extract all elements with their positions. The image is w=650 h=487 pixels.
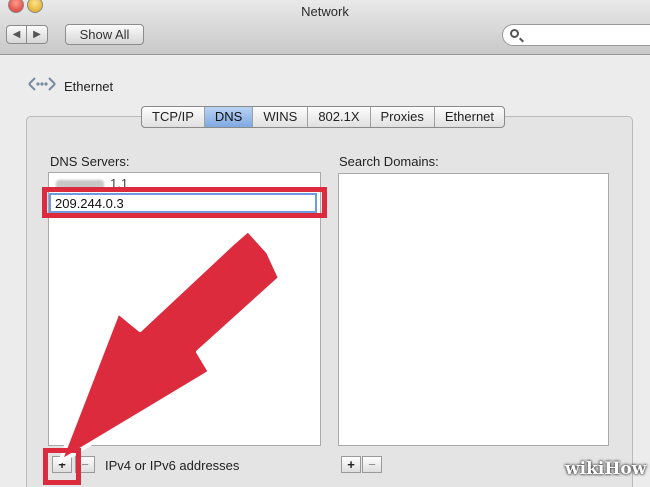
tab-dns[interactable]: DNS [204,107,254,127]
tab-wins[interactable]: WINS [253,107,309,127]
forward-button[interactable]: ▶ [27,25,48,44]
back-button[interactable]: ◀ [6,25,27,44]
wikihow-watermark: wikiHow [565,459,647,479]
tab-proxies[interactable]: Proxies [371,107,435,127]
search-domains-label: Search Domains: [339,154,439,169]
remove-search-domain-button[interactable]: − [362,456,382,473]
window-title: Network [301,4,349,19]
network-preferences-window: Network ◀ ▶ Show All Ethernet TCP/IP DNS… [0,0,650,487]
address-hint: IPv4 or IPv6 addresses [105,458,240,473]
tab-ethernet[interactable]: Ethernet [435,107,504,127]
title-bar: Network ◀ ▶ Show All [0,0,650,55]
search-field[interactable] [502,24,650,46]
dns-servers-label: DNS Servers: [50,154,130,169]
show-all-button[interactable]: Show All [65,24,144,45]
tab-bar: TCP/IP DNS WINS 802.1X Proxies Ethernet [141,106,506,128]
annotation-plus-highlight [43,448,81,485]
interface-name: Ethernet [64,79,114,94]
search-domains-list[interactable] [338,173,609,446]
ethernet-icon [28,77,56,91]
tab-8021x[interactable]: 802.1X [308,107,371,127]
search-icon [510,29,519,38]
add-search-domain-button[interactable]: + [341,456,361,473]
annotation-highlight-box [42,187,327,218]
tab-tcpip[interactable]: TCP/IP [142,107,205,127]
